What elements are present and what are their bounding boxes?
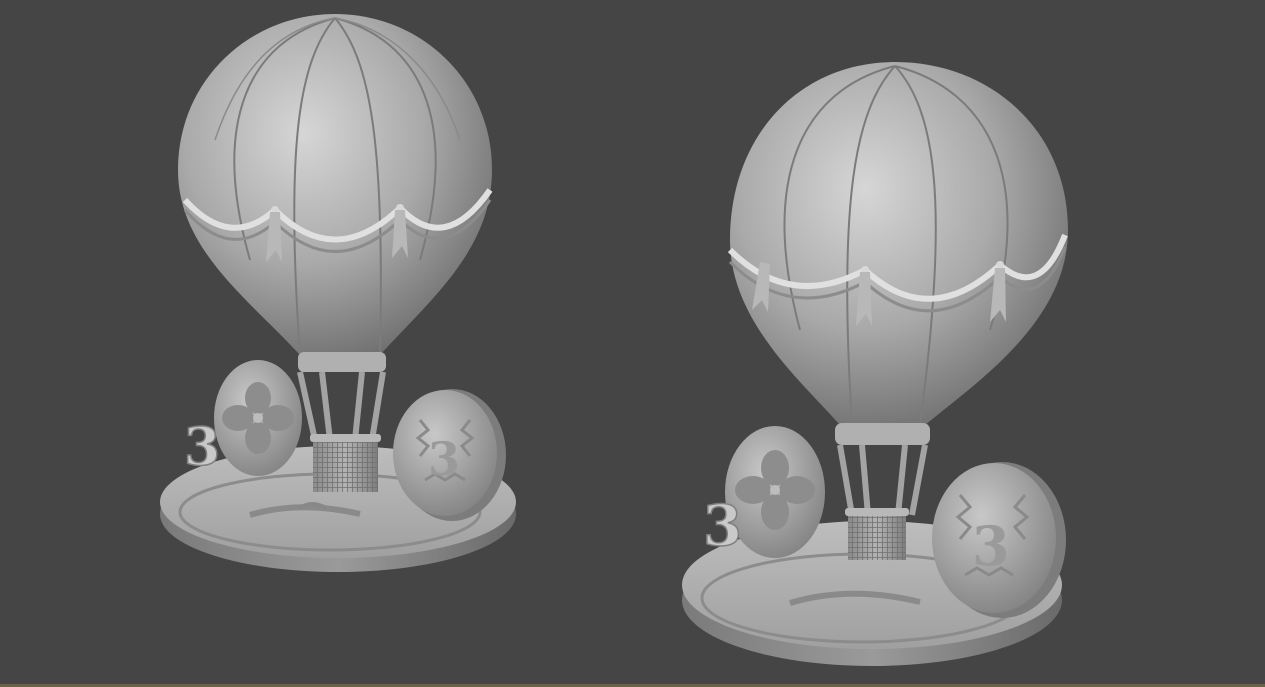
balloon-envelope-right: [727, 62, 1068, 426]
balloon-envelope-left: [178, 14, 493, 356]
hot-air-balloon-model-right[interactable]: 3 3: [682, 62, 1068, 666]
digit-three-right: 3: [703, 493, 742, 559]
hot-air-balloon-model-left[interactable]: 3 3: [160, 14, 516, 572]
flower-disk-left: [214, 360, 302, 476]
viewport-canvas: 3 3 3 3: [160, 14, 1068, 666]
3d-viewport[interactable]: 3 3 3 3: [0, 0, 1265, 687]
digit-three-left: 3: [184, 417, 220, 478]
svg-text:3: 3: [428, 432, 460, 486]
svg-text:3: 3: [972, 514, 1010, 578]
